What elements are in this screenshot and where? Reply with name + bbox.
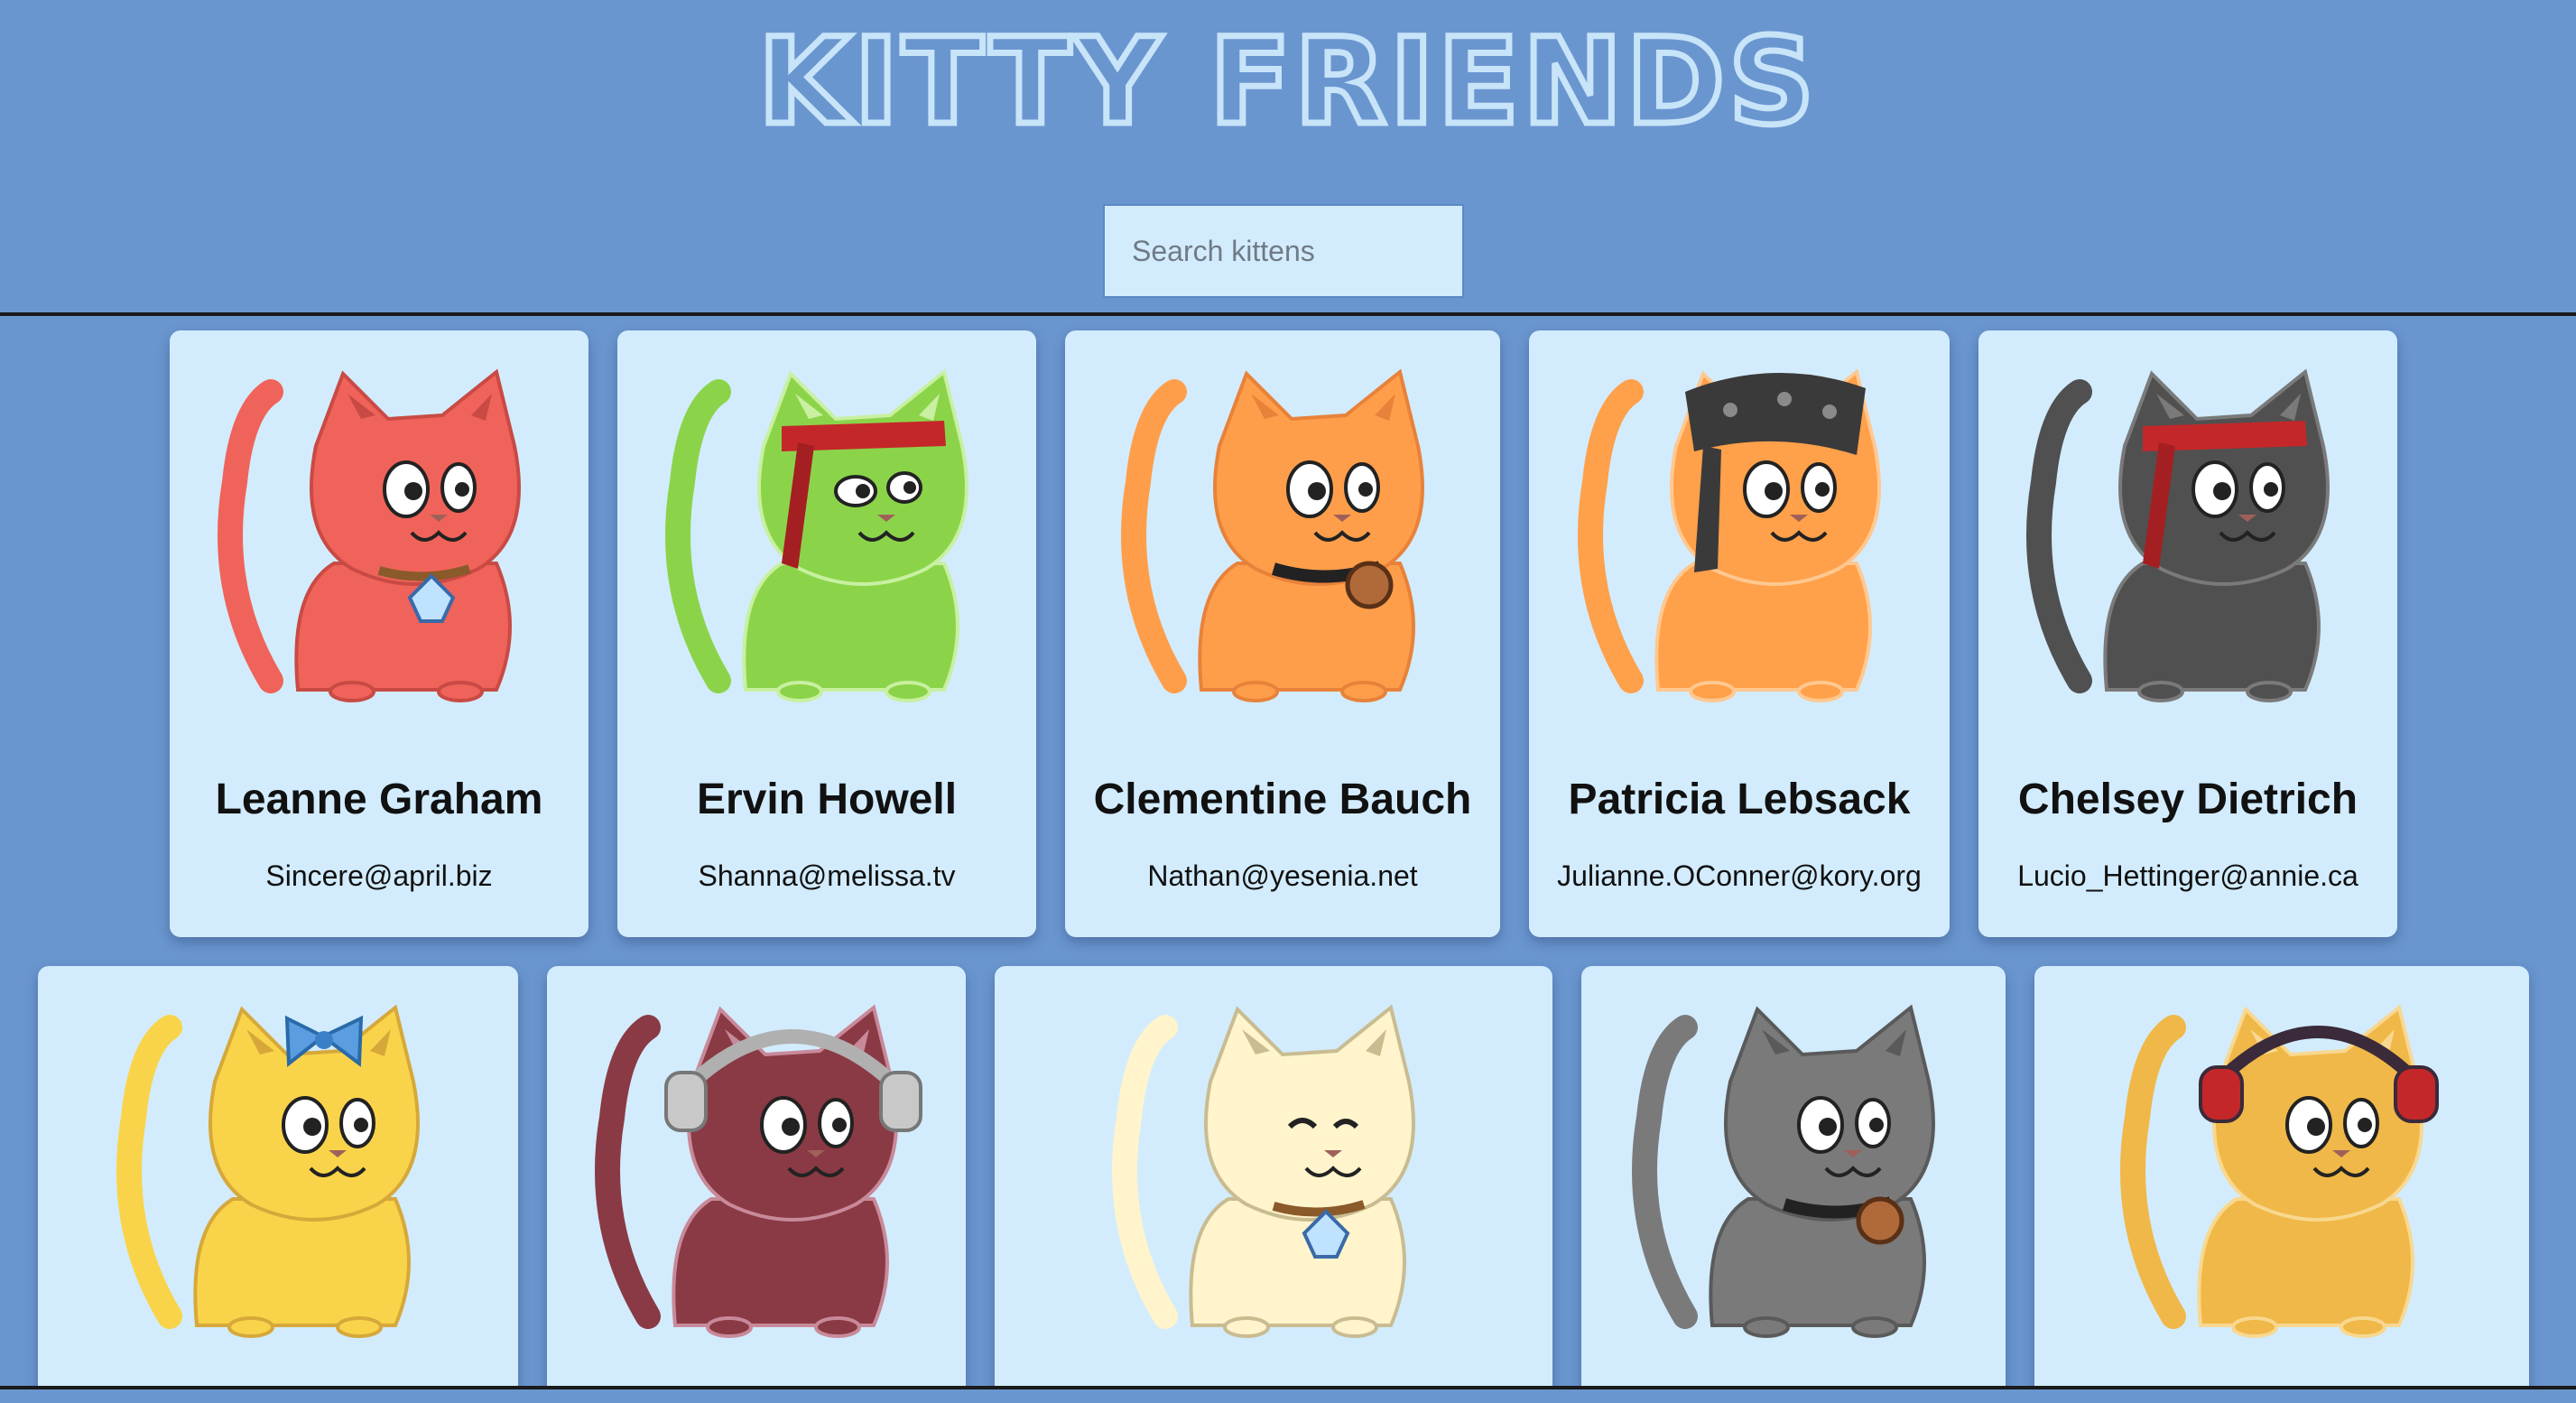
kitten-name: Ervin Howell — [696, 776, 958, 823]
kitten-card[interactable] — [1581, 966, 2006, 1403]
kitten-card[interactable] — [995, 966, 1552, 1403]
kitten-avatar — [116, 1004, 420, 1338]
kitten-email: Sincere@april.biz — [265, 859, 493, 892]
kitten-card[interactable] — [2034, 966, 2529, 1403]
kitten-card-list: Leanne Graham Sincere@april.biz Ervin Ho… — [0, 316, 2576, 1403]
kitten-card[interactable] — [38, 966, 518, 1403]
kitten-name: Leanne Graham — [215, 776, 543, 823]
kitten-avatar — [595, 1004, 922, 1338]
kitten-card[interactable]: Patricia Lebsack Julianne.OConner@kory.o… — [1529, 330, 1950, 937]
kitten-avatar — [665, 368, 968, 702]
kitten-email: Julianne.OConner@kory.org — [1557, 859, 1922, 892]
kitten-card[interactable]: Clementine Bauch Nathan@yesenia.net — [1065, 330, 1500, 937]
kitten-avatar — [1578, 368, 1881, 702]
kitten-avatar — [2026, 368, 2330, 702]
header: KITTY FRIENDS — [0, 0, 2576, 316]
footer-strip — [0, 1389, 2576, 1403]
kitten-avatar — [1121, 368, 1424, 702]
kitten-email: Shanna@melissa.tv — [698, 859, 956, 892]
kitten-card[interactable]: Leanne Graham Sincere@april.biz — [170, 330, 588, 937]
kitten-email: Lucio_Hettinger@annie.ca — [2017, 859, 2358, 892]
kitten-name: Chelsey Dietrich — [2017, 776, 2358, 823]
kitten-card[interactable]: Chelsey Dietrich Lucio_Hettinger@annie.c… — [1978, 330, 2397, 937]
app-root: KITTY FRIENDS Leanne Graham Sincere@apri… — [0, 0, 2576, 1403]
search-input[interactable] — [1103, 204, 1464, 298]
kitten-name: Clementine Bauch — [1093, 776, 1472, 823]
kitten-avatar — [1112, 1004, 1415, 1338]
page-title: KITTY FRIENDS — [755, 12, 1819, 153]
kitten-avatar — [1632, 1004, 1935, 1338]
kitten-avatar — [218, 368, 521, 702]
kitten-avatar — [2120, 1004, 2439, 1338]
kitten-name: Patricia Lebsack — [1568, 776, 1911, 823]
kitten-email: Nathan@yesenia.net — [1147, 859, 1418, 892]
kitten-card[interactable] — [547, 966, 966, 1403]
kitten-card[interactable]: Ervin Howell Shanna@melissa.tv — [617, 330, 1036, 937]
